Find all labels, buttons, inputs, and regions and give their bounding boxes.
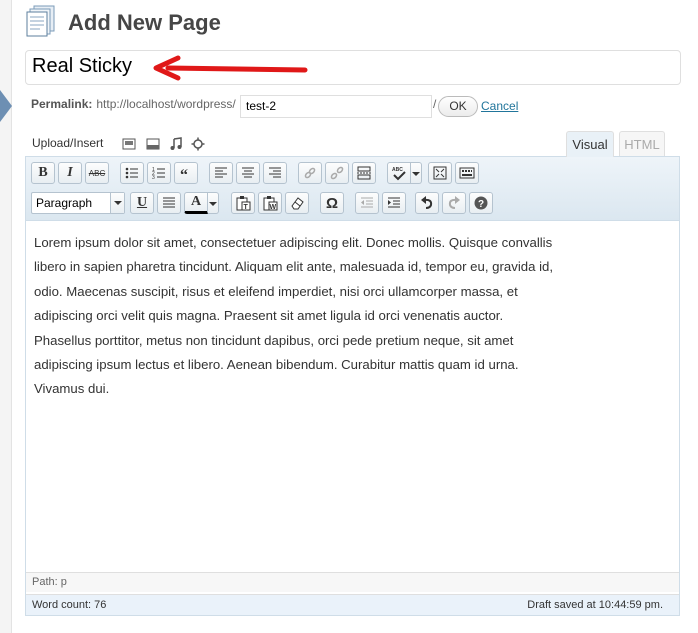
upload-insert-label: Upload/Insert (32, 136, 104, 150)
undo-icon (421, 196, 433, 209)
content-line: Phasellus porttitor, metus non tincidunt… (34, 332, 514, 348)
redo-icon (448, 196, 460, 209)
spellcheck-button[interactable]: ABC (387, 162, 411, 184)
unlink-icon (330, 166, 344, 180)
image-icon[interactable] (122, 137, 136, 151)
blockquote-icon: “ (180, 167, 188, 181)
editor-container: B I ABC 123 “ ABC Paragraph U A T W Ω ? … (25, 156, 680, 616)
text-color-button[interactable]: A (184, 192, 208, 214)
media-icon[interactable] (191, 137, 205, 151)
unlink-button[interactable] (325, 162, 349, 184)
tab-html[interactable]: HTML (619, 131, 665, 157)
align-right-icon (269, 167, 281, 178)
bullet-list-icon (125, 167, 138, 179)
svg-text:ABC: ABC (392, 167, 403, 173)
annotation-arrow-icon (153, 55, 308, 81)
permalink-label: Permalink: (31, 97, 93, 111)
align-right-button[interactable] (263, 162, 287, 184)
cancel-link[interactable]: Cancel (481, 99, 518, 113)
justify-button[interactable] (157, 192, 181, 214)
svg-text:W: W (270, 204, 277, 211)
autosave-status: Draft saved at 10:44:59 pm. (527, 599, 663, 611)
format-select-value: Paragraph (36, 196, 93, 210)
fullscreen-icon (433, 166, 447, 180)
svg-text:“: “ (180, 167, 188, 181)
help-button[interactable]: ? (469, 192, 493, 214)
paste-text-button[interactable]: T (231, 192, 255, 214)
clear-formatting-button[interactable] (285, 192, 309, 214)
video-icon[interactable] (146, 137, 160, 151)
editor-content[interactable]: Lorem ipsum dolor sit amet, consectetuer… (34, 231, 634, 402)
tab-visual[interactable]: Visual (566, 131, 614, 157)
italic-button[interactable]: I (58, 162, 82, 184)
numbered-list-button[interactable]: 123 (147, 162, 171, 184)
paste-text-icon: T (236, 196, 251, 211)
word-count: Word count: 76 (32, 599, 107, 611)
page-icon (26, 5, 56, 37)
svg-text:?: ? (478, 199, 484, 210)
chevron-down-icon (110, 193, 124, 213)
redo-button[interactable] (442, 192, 466, 214)
content-line: adipiscing ipsum lectus et libero. Aenea… (34, 357, 519, 373)
spellcheck-dropdown[interactable] (411, 162, 422, 184)
paste-word-button[interactable]: W (258, 192, 282, 214)
insert-more-button[interactable] (352, 162, 376, 184)
link-button[interactable] (298, 162, 322, 184)
content-line: odio. Maecenas suscipit, risus et eleife… (34, 283, 518, 299)
more-tag-icon (357, 166, 371, 180)
page-title: Add New Page (68, 10, 221, 35)
fullscreen-button[interactable] (428, 162, 452, 184)
bullet-list-button[interactable] (120, 162, 144, 184)
format-select[interactable]: Paragraph (31, 192, 125, 214)
blockquote-button[interactable]: “ (174, 162, 198, 184)
undo-button[interactable] (415, 192, 439, 214)
audio-icon[interactable] (169, 137, 183, 151)
kitchen-sink-button[interactable] (455, 162, 479, 184)
current-menu-indicator (0, 90, 12, 122)
outdent-icon (361, 197, 373, 208)
element-path: Path: p (26, 572, 679, 592)
text-color-dropdown[interactable] (208, 192, 219, 214)
content-line: adipiscing orci velit quis magna. Praese… (34, 308, 504, 324)
bold-button[interactable]: B (31, 162, 55, 184)
post-title-field[interactable]: Real Sticky (25, 50, 681, 85)
numbered-list-icon: 123 (152, 167, 165, 181)
link-icon (304, 167, 316, 179)
strikethrough-button[interactable]: ABC (85, 162, 109, 184)
editor-toolbar: B I ABC 123 “ ABC Paragraph U A T W Ω ? (26, 157, 679, 221)
keyboard-icon (459, 167, 475, 179)
permalink-base-url: http://localhost/wordpress/ (96, 97, 236, 111)
paste-word-icon: W (263, 196, 278, 211)
indent-icon (388, 197, 400, 208)
slug-slash: / (433, 97, 437, 111)
align-left-icon (215, 167, 227, 178)
align-justify-icon (163, 197, 175, 208)
eraser-icon (291, 197, 304, 210)
indent-button[interactable] (382, 192, 406, 214)
special-character-button[interactable]: Ω (320, 192, 344, 214)
editor-status-bar: Word count: 76 Draft saved at 10:44:59 p… (26, 594, 679, 615)
underline-button[interactable]: U (130, 192, 154, 214)
permalink-row: Permalink: http://localhost/wordpress/ (31, 97, 236, 111)
align-center-button[interactable] (236, 162, 260, 184)
svg-text:3: 3 (152, 175, 155, 181)
content-line: Vivamus dui. (34, 381, 110, 397)
svg-text:T: T (244, 204, 249, 211)
help-icon: ? (474, 196, 488, 210)
post-title-value[interactable]: Real Sticky (32, 55, 132, 78)
ok-button[interactable]: OK (438, 96, 478, 117)
spellcheck-icon: ABC (392, 167, 406, 181)
align-center-icon (242, 167, 254, 178)
slug-input[interactable]: test-2 (240, 95, 432, 118)
content-line: Lorem ipsum dolor sit amet, consectetuer… (34, 235, 553, 250)
align-left-button[interactable] (209, 162, 233, 184)
outdent-button[interactable] (355, 192, 379, 214)
content-line: libero in sapien pharetra tincidunt. Ali… (34, 259, 554, 275)
